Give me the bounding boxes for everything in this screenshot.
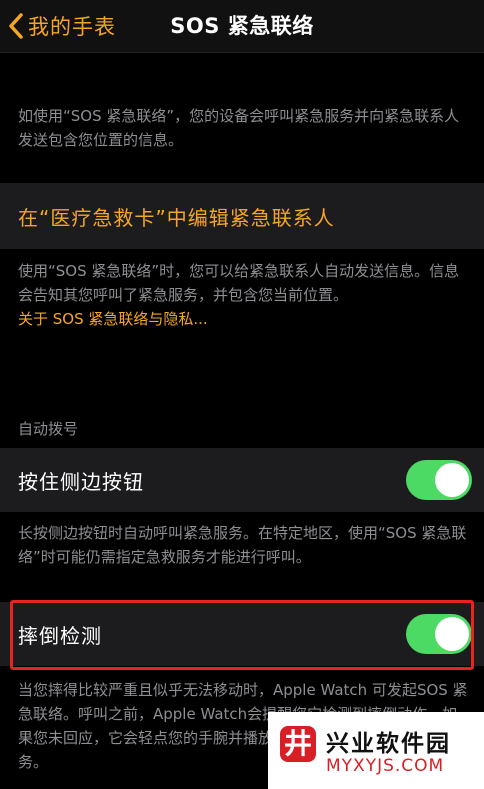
page-title: SOS 紧急联络: [170, 14, 314, 38]
fall-detection-switch[interactable]: [406, 614, 472, 654]
fall-detection-label: 摔倒检测: [18, 624, 102, 648]
medical-id-note: 使用“SOS 紧急联络”时，您可以给紧急联系人自动发送信息。信息会告知其您呼叫了…: [18, 259, 468, 331]
fall-detection-row: 摔倒检测: [0, 602, 484, 666]
watermark-title: 兴业软件园: [326, 731, 451, 757]
hold-side-button-row: 按住侧边按钮: [0, 448, 484, 512]
watermark-url: MYXYJS.COM: [326, 756, 445, 776]
navigation-bar: 我的手表 SOS 紧急联络: [0, 0, 484, 53]
hold-side-button-switch[interactable]: [406, 460, 472, 500]
switch-knob: [435, 463, 469, 497]
edit-medical-id-contacts-label: 在“医疗急救卡”中编辑紧急联系人: [18, 205, 335, 230]
medical-id-note-text: 使用“SOS 紧急联络”时，您可以给紧急联系人自动发送信息。信息会告知其您呼叫了…: [18, 262, 460, 304]
edit-medical-id-contacts-link[interactable]: 在“医疗急救卡”中编辑紧急联系人: [0, 183, 484, 249]
watermark-logo-icon: 井: [280, 726, 316, 762]
switch-knob: [435, 617, 469, 651]
sos-privacy-link[interactable]: 关于 SOS 紧急联络与隐私...: [18, 307, 468, 331]
intro-note: 如使用“SOS 紧急联络”，您的设备会呼叫紧急服务并向紧急联系人发送包含您位置的…: [18, 107, 460, 149]
hold-side-button-note: 长按侧边按钮时自动呼叫紧急服务。在特定地区，使用“SOS 紧急联络”时可能仍需指…: [18, 524, 467, 566]
auto-call-section-header: 自动拨号: [18, 420, 79, 438]
watermark: 井 兴业软件园 MYXYJS.COM: [268, 712, 484, 789]
hold-side-button-label: 按住侧边按钮: [18, 470, 144, 494]
